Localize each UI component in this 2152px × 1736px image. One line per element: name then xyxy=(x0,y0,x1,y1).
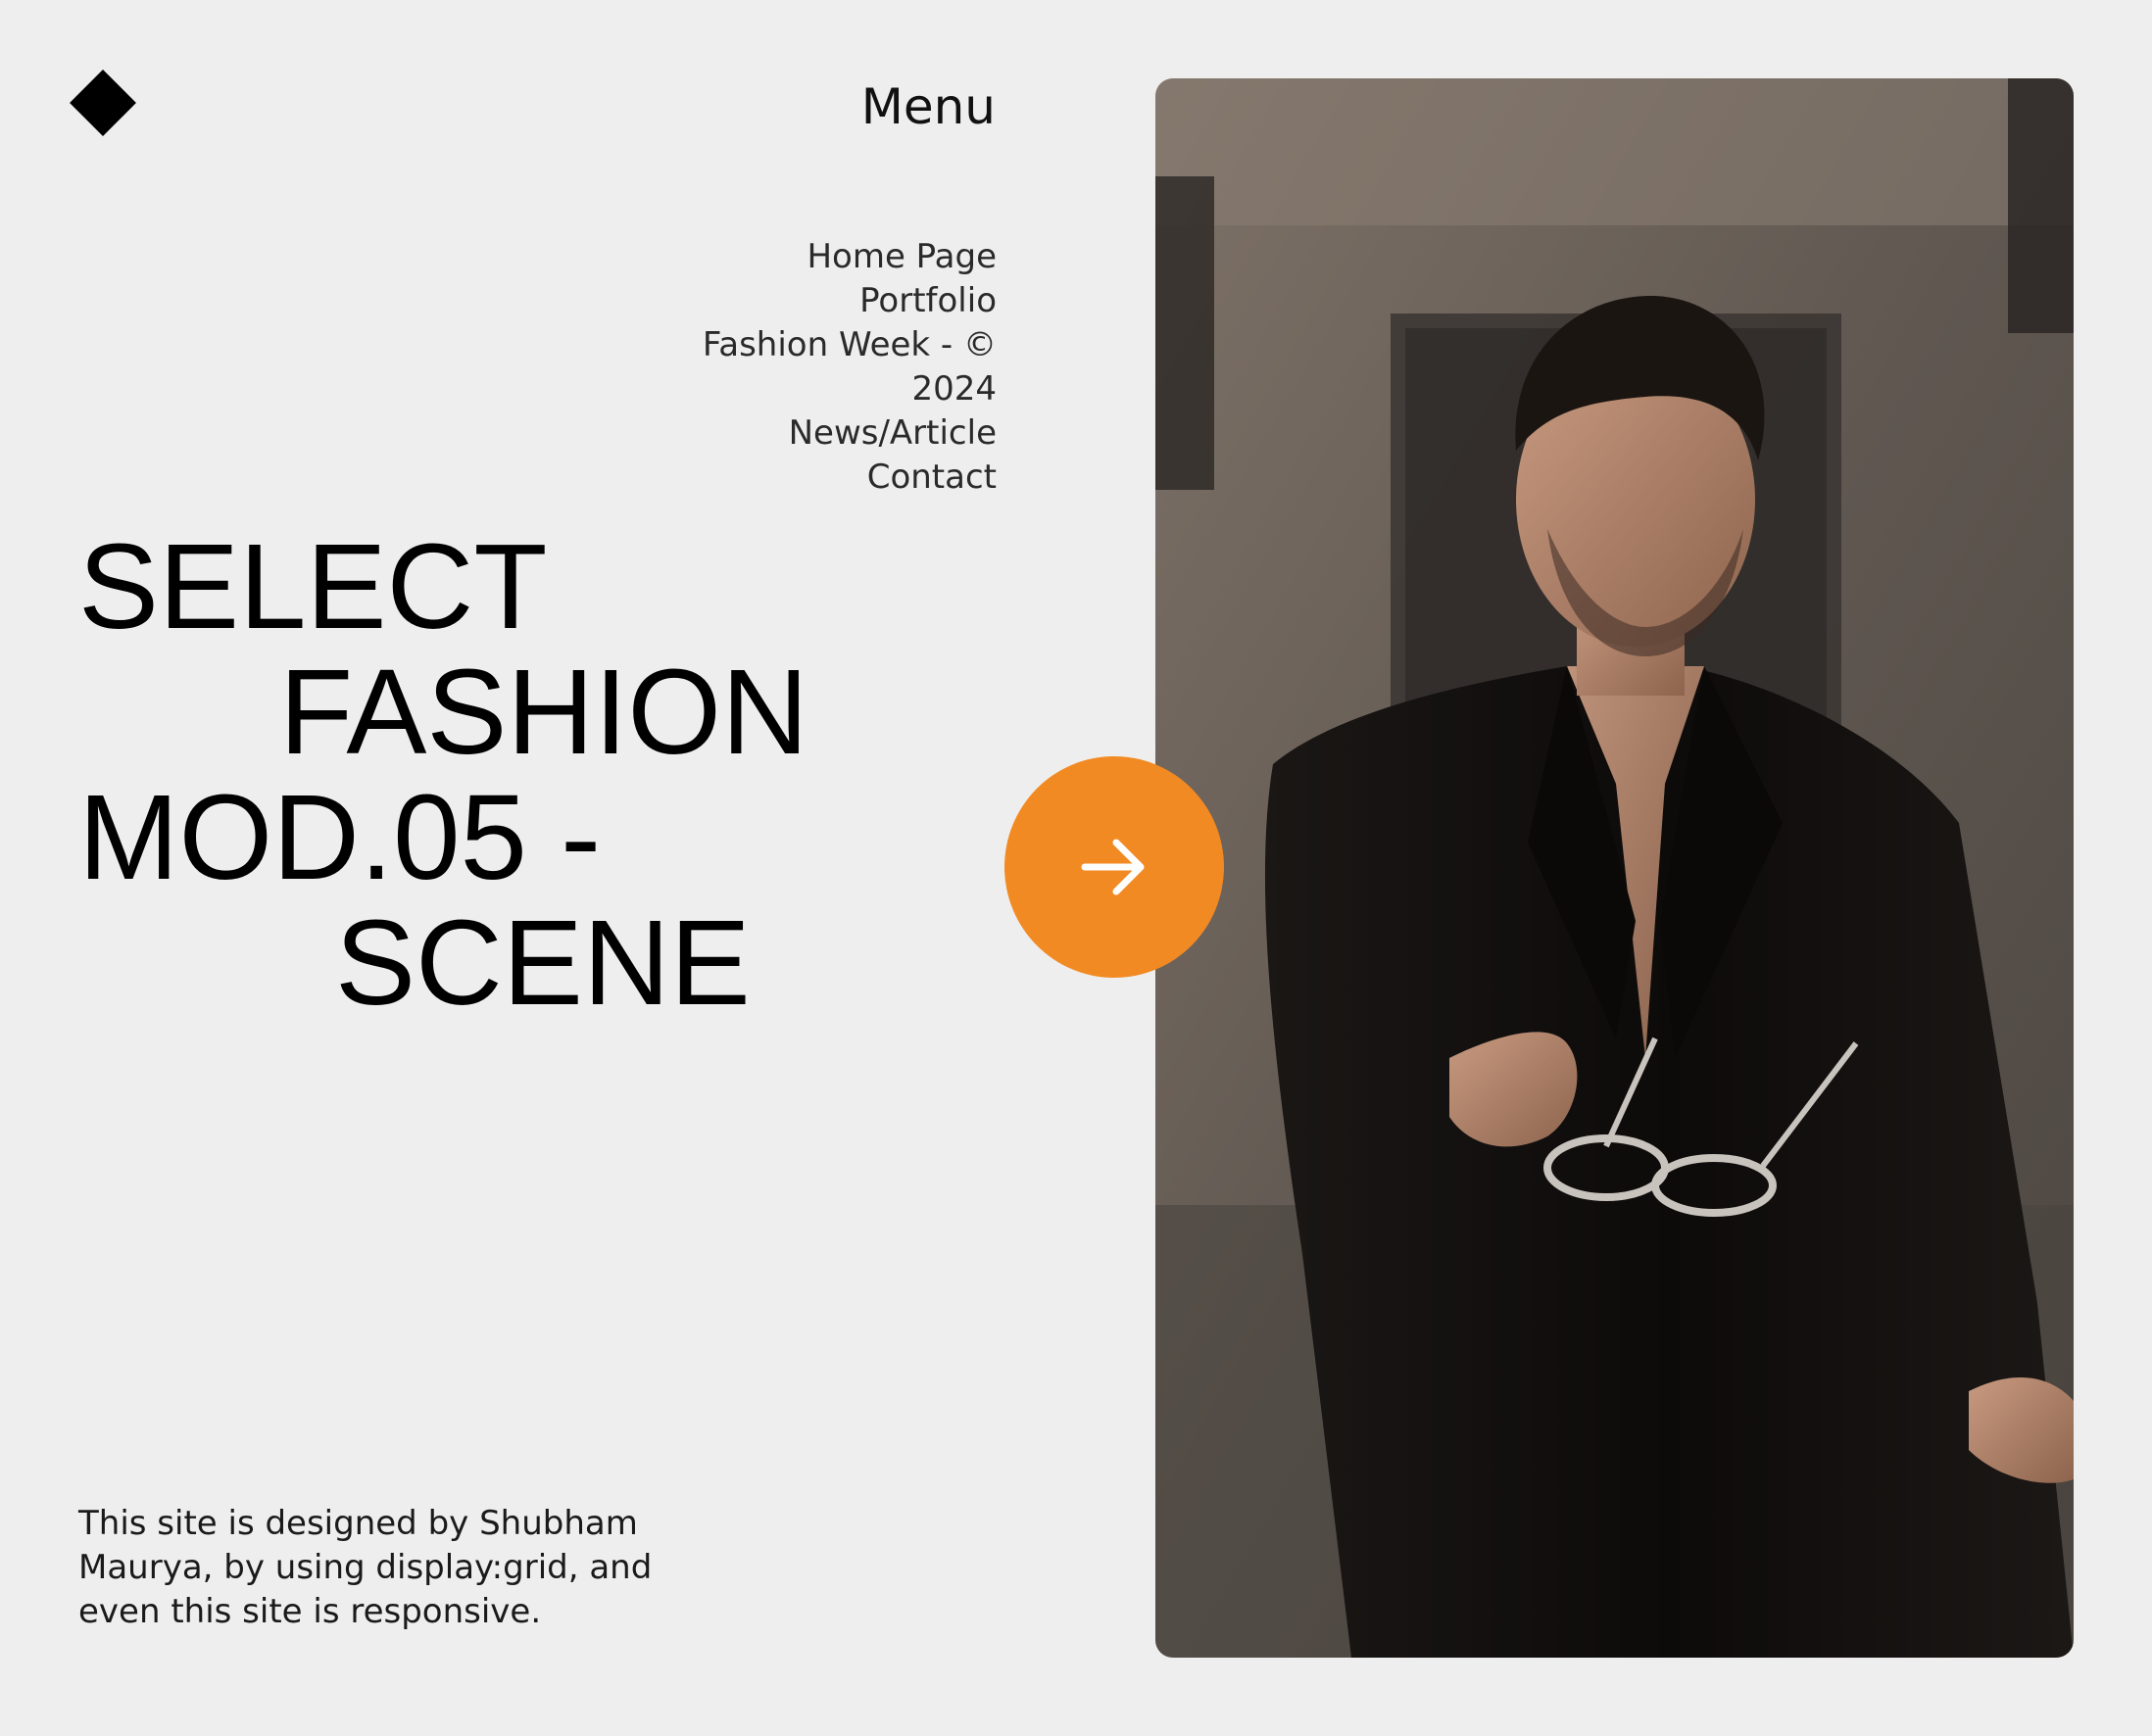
hero-line-3: MOD.05 - xyxy=(78,771,602,905)
nav-item-fashion-week[interactable]: Fashion Week - © 2024 xyxy=(644,323,997,411)
hero-line-1: SELECT xyxy=(78,520,548,654)
nav-menu: Home Page Portfolio Fashion Week - © 202… xyxy=(644,235,997,500)
hero-line-2: FASHION xyxy=(279,646,808,780)
hero-photo xyxy=(1155,78,2074,1658)
nav-item-portfolio[interactable]: Portfolio xyxy=(644,279,997,323)
arrow-right-icon xyxy=(1081,839,1145,895)
next-arrow-button[interactable] xyxy=(1004,756,1224,978)
site-credit: This site is designed by Shubham Maurya,… xyxy=(78,1504,653,1631)
nav-item-home-page[interactable]: Home Page xyxy=(644,235,997,279)
nav-item-contact[interactable]: Contact xyxy=(644,456,997,500)
hero-headline: SELECT FASHION MOD.05 - SCENE xyxy=(78,525,941,1027)
menu-button[interactable]: Menu xyxy=(861,76,996,137)
nav-item-news-article[interactable]: News/Article xyxy=(644,411,997,456)
logo[interactable] xyxy=(69,69,137,137)
man-in-black-suit-image xyxy=(1155,78,2074,1658)
hero-line-4: SCENE xyxy=(335,896,751,1031)
diamond-logo-icon xyxy=(70,70,136,136)
